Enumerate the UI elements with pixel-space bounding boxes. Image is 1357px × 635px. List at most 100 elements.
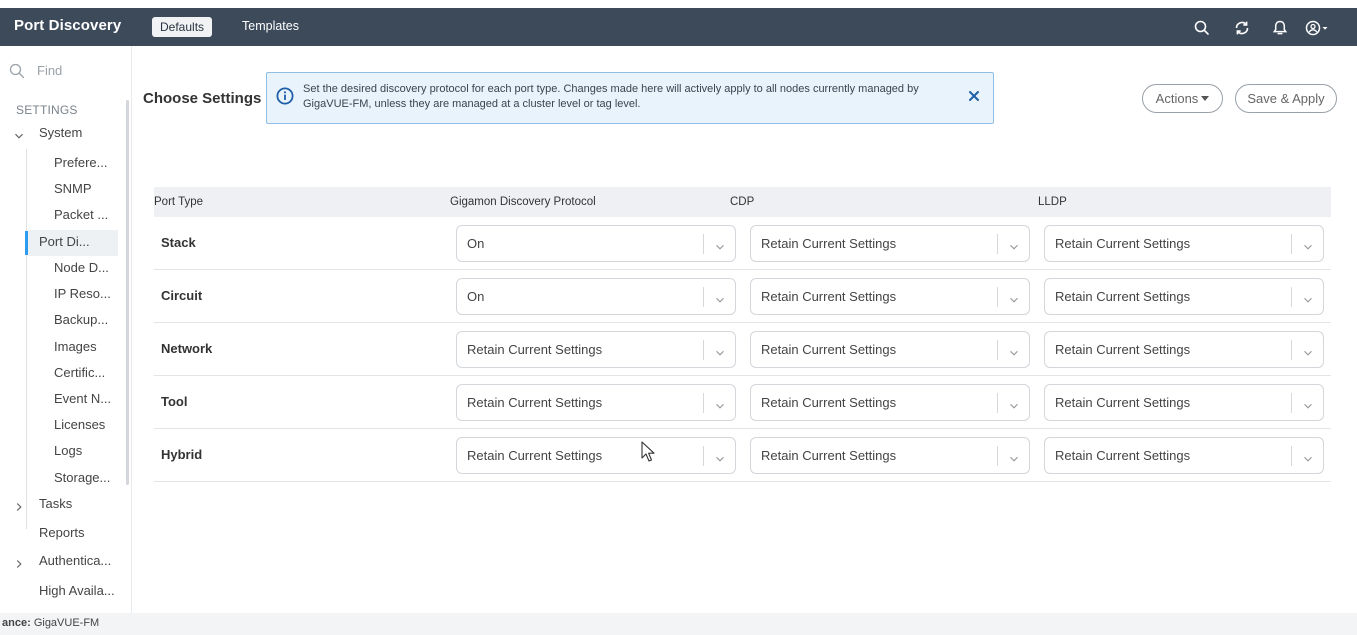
user-icon[interactable] (1304, 19, 1330, 37)
sidebar-item-logs[interactable]: Logs (54, 443, 82, 458)
gdp-select[interactable]: Retain Current Settings (456, 384, 736, 421)
select-divider (703, 340, 704, 360)
chevron-down-icon (1009, 239, 1019, 250)
find-input[interactable]: Find (37, 63, 62, 78)
sidebar-item-certificates[interactable]: Certific... (54, 365, 105, 380)
sidebar-item-event-notifications[interactable]: Event N... (54, 391, 111, 406)
sidebar-item-port-discovery[interactable]: Port Di... (39, 234, 90, 249)
select-divider (997, 234, 998, 254)
cdp-select[interactable]: Retain Current Settings (750, 384, 1030, 421)
gdp-select-value: Retain Current Settings (467, 448, 603, 463)
sidebar-item-preferences[interactable]: Prefere... (54, 155, 107, 170)
sidebar-item-storage[interactable]: Storage... (54, 470, 110, 485)
info-banner: Set the desired discovery protocol for e… (266, 72, 994, 124)
bell-icon[interactable] (1271, 19, 1289, 37)
chevron-right-icon[interactable] (14, 556, 24, 568)
column-header-cdp: CDP (730, 196, 755, 208)
lldp-select[interactable]: Retain Current Settings (1044, 384, 1324, 421)
table-row: Network Retain Current Settings Retain C… (154, 323, 1331, 376)
close-icon[interactable] (967, 89, 981, 103)
sidebar-item-packet[interactable]: Packet ... (54, 207, 108, 222)
search-icon (9, 63, 25, 79)
cdp-select[interactable]: Retain Current Settings (750, 437, 1030, 474)
chevron-down-icon (1303, 239, 1313, 250)
cdp-select[interactable]: Retain Current Settings (750, 278, 1030, 315)
sidebar-item-high-availability[interactable]: High Availa... (39, 583, 115, 598)
gdp-select-value: On (467, 289, 485, 304)
table-row: Circuit On Retain Current Settings Retai… (154, 270, 1331, 323)
select-divider (997, 393, 998, 413)
gdp-select[interactable]: On (456, 225, 736, 262)
sidebar-item-images[interactable]: Images (54, 339, 97, 354)
search-icon[interactable] (1193, 19, 1211, 37)
cdp-select[interactable]: Retain Current Settings (750, 331, 1030, 368)
table-header: Port Type Gigamon Discovery Protocol CDP… (154, 187, 1331, 217)
gdp-select[interactable]: Retain Current Settings (456, 437, 736, 474)
gdp-select-value: Retain Current Settings (467, 342, 603, 357)
port-type-label: Hybrid (161, 447, 203, 462)
gdp-select-value: Retain Current Settings (467, 395, 603, 410)
actions-button-label: Actions (1155, 91, 1199, 106)
sidebar-item-ip-resolver[interactable]: IP Reso... (54, 286, 111, 301)
table-row: Hybrid Retain Current Settings Retain Cu… (154, 429, 1331, 482)
gdp-select[interactable]: On (456, 278, 736, 315)
lldp-select-value: Retain Current Settings (1055, 448, 1191, 463)
chevron-down-icon[interactable] (14, 128, 24, 139)
cdp-select-value: Retain Current Settings (761, 395, 897, 410)
app-title: Port Discovery (14, 17, 122, 34)
lldp-select[interactable]: Retain Current Settings (1044, 331, 1324, 368)
chevron-down-icon (1009, 345, 1019, 356)
sidebar-item-node-discovery[interactable]: Node D... (54, 260, 109, 275)
cdp-select-value: Retain Current Settings (761, 236, 897, 251)
sidebar-scrollbar[interactable] (126, 100, 129, 485)
app-header: Port Discovery Defaults Templates (0, 8, 1357, 46)
lldp-select[interactable]: Retain Current Settings (1044, 225, 1324, 262)
chevron-down-icon (715, 292, 725, 303)
lldp-select[interactable]: Retain Current Settings (1044, 437, 1324, 474)
select-divider (703, 287, 704, 307)
table-row: Tool Retain Current Settings Retain Curr… (154, 376, 1331, 429)
actions-button[interactable]: Actions (1142, 84, 1223, 113)
footer-label: ance: (2, 617, 31, 629)
select-divider (1291, 393, 1292, 413)
info-message: Set the desired discovery protocol for e… (303, 83, 919, 110)
chevron-right-icon[interactable] (14, 499, 24, 511)
caret-down-icon (1201, 96, 1210, 102)
lldp-select-value: Retain Current Settings (1055, 236, 1191, 251)
lldp-select-value: Retain Current Settings (1055, 289, 1191, 304)
table-row: Stack On Retain Current Settings Retain … (154, 217, 1331, 270)
gdp-select[interactable]: Retain Current Settings (456, 331, 736, 368)
footer-appliance: ance: GigaVUE-FM (2, 617, 99, 629)
refresh-icon[interactable] (1233, 19, 1251, 37)
chevron-down-icon (1009, 398, 1019, 409)
chevron-down-icon (1303, 451, 1313, 462)
port-type-label: Stack (161, 235, 196, 250)
select-divider (997, 287, 998, 307)
lldp-select[interactable]: Retain Current Settings (1044, 278, 1324, 315)
tab-templates[interactable]: Templates (242, 19, 299, 33)
top-strip (0, 0, 1357, 8)
footer-bar: ance: GigaVUE-FM (0, 613, 1357, 635)
sidebar-item-snmp[interactable]: SNMP (54, 181, 92, 196)
sidebar: Find SETTINGS System Prefere... SNMP Pac… (0, 46, 132, 613)
page-title: Choose Settings (143, 90, 262, 107)
cdp-select[interactable]: Retain Current Settings (750, 225, 1030, 262)
active-item-indicator (25, 231, 28, 255)
sidebar-item-licenses[interactable]: Licenses (54, 417, 105, 432)
chevron-down-icon (715, 239, 725, 250)
sidebar-item-tasks[interactable]: Tasks (39, 496, 72, 511)
cdp-select-value: Retain Current Settings (761, 448, 897, 463)
select-divider (997, 446, 998, 466)
select-divider (1291, 287, 1292, 307)
chevron-down-icon (1303, 292, 1313, 303)
tab-defaults[interactable]: Defaults (152, 17, 213, 37)
sidebar-item-reports[interactable]: Reports (39, 525, 85, 540)
port-type-label: Network (161, 341, 213, 356)
sidebar-item-system[interactable]: System (39, 125, 82, 140)
sidebar-item-authentication[interactable]: Authentica... (39, 553, 111, 568)
select-divider (1291, 446, 1292, 466)
settings-section-label: SETTINGS (16, 103, 78, 117)
save-apply-button[interactable]: Save & Apply (1235, 84, 1337, 113)
chevron-down-icon (715, 398, 725, 409)
sidebar-item-backup[interactable]: Backup... (54, 312, 108, 327)
